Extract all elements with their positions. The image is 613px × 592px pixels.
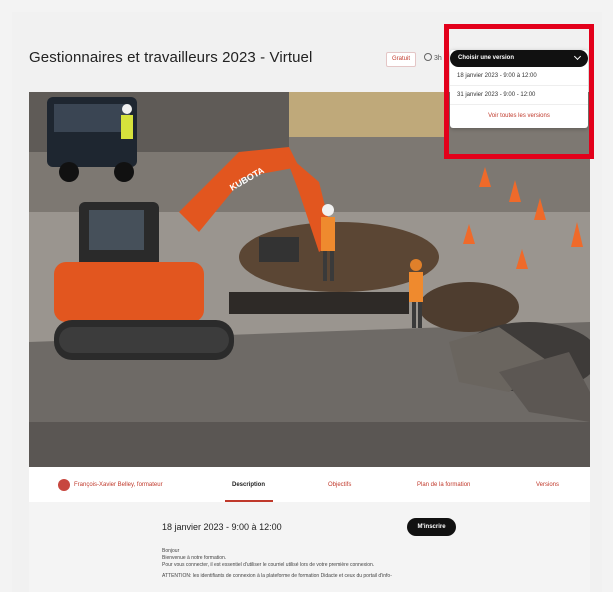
price-badge: Gratuit: [386, 52, 417, 67]
trainer-name: François-Xavier Belley, formateur: [74, 482, 163, 488]
session-date: 18 janvier 2023 - 9:00 à 12:00: [162, 522, 282, 532]
clock-icon: [424, 53, 432, 61]
avatar: [58, 479, 70, 491]
tab-training-plan[interactable]: Plan de la formation: [417, 482, 470, 488]
page-title: Gestionnaires et travailleurs 2023 - Vir…: [29, 49, 313, 66]
tab-description[interactable]: Description: [232, 482, 265, 488]
signup-button[interactable]: M'inscrire: [407, 518, 456, 536]
tab-objectives[interactable]: Objectifs: [328, 482, 351, 488]
tab-versions[interactable]: Versions: [536, 482, 559, 488]
duration-label: 3h: [424, 53, 442, 62]
description-line: ATTENTION: les identifiants de connexion…: [162, 573, 392, 579]
duration-value: 3h: [434, 55, 442, 62]
trainer-link[interactable]: François-Xavier Belley, formateur: [58, 479, 163, 491]
description-line: Bonjour: [162, 548, 180, 554]
course-tabs: François-Xavier Belley, formateur Descri…: [29, 467, 590, 503]
description-line: Pour vous connecter, il est essentiel d'…: [162, 562, 375, 568]
session-section: 18 janvier 2023 - 9:00 à 12:00 M'inscrir…: [29, 502, 590, 592]
description-line: Bienvenue à notre formation.: [162, 555, 227, 561]
annotation-highlight-box: [444, 24, 594, 159]
session-description: Bonjour Bienvenue à notre formation. Pou…: [162, 548, 462, 580]
